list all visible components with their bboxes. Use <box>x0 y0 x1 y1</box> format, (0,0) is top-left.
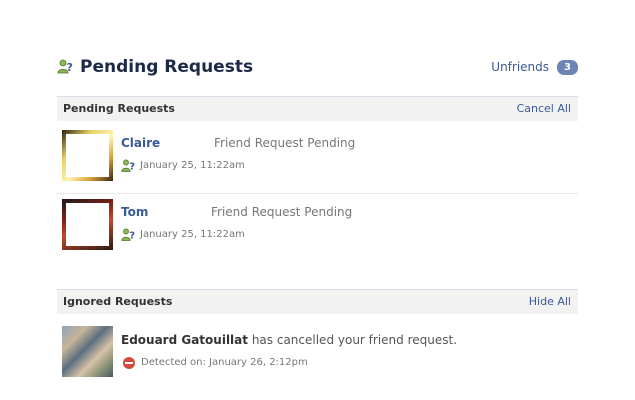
detected-date: Detected on: January 26, 2:12pm <box>123 356 308 370</box>
request-date-text: January 25, 11:22am <box>140 160 245 171</box>
requester-name-link[interactable]: Claire <box>121 135 160 151</box>
cancel-all-link[interactable]: Cancel All <box>517 102 571 116</box>
request-date: ? January 25, 11:22am <box>121 159 245 173</box>
pending-request-row: Tom Friend Request Pending ? January 25,… <box>57 199 578 263</box>
ignored-request-message: Edouard Gatouillat has cancelled your fr… <box>121 332 457 348</box>
page-title: Pending Requests <box>80 57 254 77</box>
unfriends-count-badge: 3 <box>557 59 578 75</box>
svg-text:?: ? <box>129 231 135 242</box>
avatar[interactable] <box>62 326 113 377</box>
ignored-request-row: Edouard Gatouillat has cancelled your fr… <box>57 326 578 382</box>
section-title: Pending Requests <box>63 102 175 115</box>
ignored-requests-section-header: Ignored Requests Hide All <box>57 289 578 314</box>
request-status: Friend Request Pending <box>211 205 353 219</box>
stop-icon <box>123 357 135 369</box>
friend-question-icon: ? <box>57 59 75 75</box>
pending-requests-section-header: Pending Requests Cancel All <box>57 96 578 121</box>
section-title: Ignored Requests <box>63 295 173 308</box>
request-date-text: January 25, 11:22am <box>140 229 245 240</box>
requester-name-link[interactable]: Tom <box>121 204 148 220</box>
avatar[interactable] <box>62 199 113 250</box>
friend-question-icon: ? <box>121 159 137 173</box>
ignored-person-name[interactable]: Edouard Gatouillat <box>121 333 248 347</box>
ignored-message-text: has cancelled your friend request. <box>248 333 458 347</box>
detected-date-text: Detected on: January 26, 2:12pm <box>141 357 308 368</box>
unfriends-link[interactable]: Unfriends 3 <box>491 59 578 75</box>
pending-requests-page: ? Pending Requests Unfriends 3 Pending R… <box>0 0 635 400</box>
svg-text:?: ? <box>129 162 135 173</box>
page-header: ? Pending Requests Unfriends 3 <box>57 56 578 80</box>
hide-all-link[interactable]: Hide All <box>529 295 571 309</box>
unfriends-label[interactable]: Unfriends <box>491 59 549 75</box>
friend-question-icon: ? <box>121 228 137 242</box>
avatar[interactable] <box>62 130 113 181</box>
request-status: Friend Request Pending <box>214 136 356 150</box>
request-date: ? January 25, 11:22am <box>121 228 245 242</box>
svg-text:?: ? <box>67 61 73 74</box>
pending-request-row: Claire Friend Request Pending ? January … <box>57 130 578 194</box>
